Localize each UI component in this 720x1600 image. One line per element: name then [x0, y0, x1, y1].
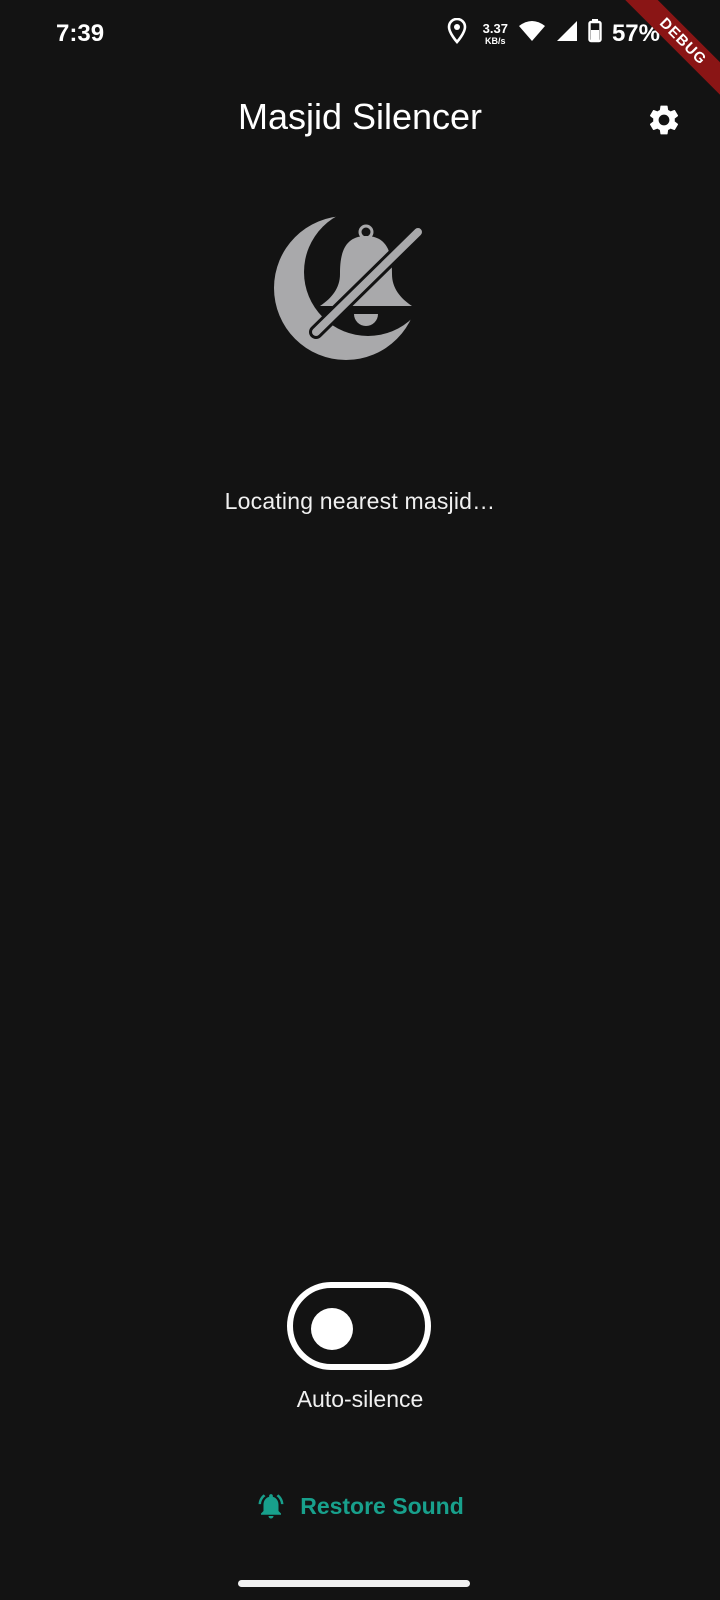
toggle-knob: [311, 1308, 353, 1350]
home-indicator[interactable]: [238, 1580, 470, 1587]
restore-sound-label: Restore Sound: [300, 1492, 464, 1519]
status-message: Locating nearest masjid…: [224, 488, 496, 514]
network-speed-value: 3.37: [482, 20, 508, 36]
gear-icon: [649, 105, 679, 135]
network-speed-unit: KB/s: [485, 35, 506, 46]
battery-icon: [588, 19, 602, 48]
location-icon: [447, 17, 467, 49]
debug-label: DEBUG: [621, 0, 720, 103]
restore-sound-button[interactable]: Restore Sound: [215, 1478, 505, 1534]
status-time: 7:39: [56, 20, 105, 47]
auto-silence-toggle[interactable]: [287, 1282, 431, 1370]
signal-icon: [556, 19, 578, 48]
app-title: Masjid Silencer: [237, 96, 483, 137]
bell-ringing-icon: [258, 1494, 284, 1519]
network-speed: 3.37 KB/s: [483, 22, 508, 46]
crescent-bell-off-icon: [274, 210, 428, 364]
auto-silence-label: Auto-silence: [296, 1386, 424, 1412]
debug-banner: DEBUG: [610, 0, 720, 110]
wifi-icon: [518, 19, 546, 48]
settings-button[interactable]: [644, 100, 684, 140]
